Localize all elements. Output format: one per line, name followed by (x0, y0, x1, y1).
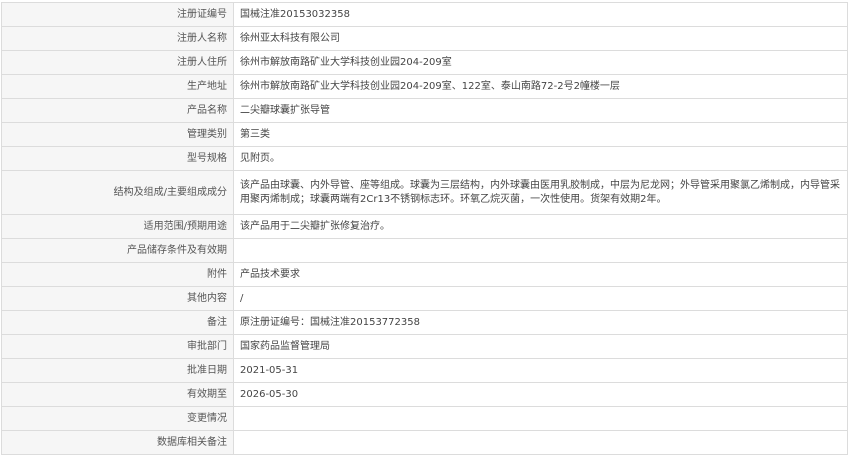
field-label-database-remarks: 数据库相关备注 (1, 430, 234, 455)
field-label-product-name: 产品名称 (1, 98, 234, 123)
field-label-structure-composition: 结构及组成/主要组成成分 (1, 170, 234, 215)
field-value-registration-number: 国械注准20153032358 (233, 2, 848, 27)
field-value-registrant-address: 徐州市解放南路矿业大学科技创业园204-209室 (233, 50, 848, 75)
table-row: 批准日期 2021-05-31 (1, 358, 848, 383)
registration-info-table: 注册证编号 国械注准20153032358 注册人名称 徐州亚太科技有限公司 注… (1, 2, 848, 455)
field-value-approval-date: 2021-05-31 (233, 358, 848, 383)
field-label-management-class: 管理类别 (1, 122, 234, 147)
field-label-model-spec: 型号规格 (1, 146, 234, 171)
field-label-production-address: 生产地址 (1, 74, 234, 99)
field-value-management-class: 第三类 (233, 122, 848, 147)
table-row: 变更情况 (1, 406, 848, 431)
table-row: 注册人住所 徐州市解放南路矿业大学科技创业园204-209室 (1, 50, 848, 75)
field-value-approval-department: 国家药品监督管理局 (233, 334, 848, 359)
table-row: 产品名称 二尖瓣球囊扩张导管 (1, 98, 848, 123)
table-row: 有效期至 2026-05-30 (1, 382, 848, 407)
table-row: 备注 原注册证编号：国械注准20153772358 (1, 310, 848, 335)
field-label-remarks: 备注 (1, 310, 234, 335)
table-row: 附件 产品技术要求 (1, 262, 848, 287)
field-label-intended-use: 适用范围/预期用途 (1, 214, 234, 239)
field-label-approval-department: 审批部门 (1, 334, 234, 359)
table-row: 生产地址 徐州市解放南路矿业大学科技创业园204-209室、122室、泰山南路7… (1, 74, 848, 99)
table-row: 型号规格 见附页。 (1, 146, 848, 171)
field-label-storage-conditions: 产品储存条件及有效期 (1, 238, 234, 263)
table-row: 数据库相关备注 (1, 430, 848, 455)
field-value-model-spec: 见附页。 (233, 146, 848, 171)
field-value-database-remarks (233, 430, 848, 455)
field-value-change-history (233, 406, 848, 431)
table-row: 产品储存条件及有效期 (1, 238, 848, 263)
table-row: 结构及组成/主要组成成分 该产品由球囊、内外导管、座等组成。球囊为三层结构，内外… (1, 170, 848, 215)
table-row: 注册人名称 徐州亚太科技有限公司 (1, 26, 848, 51)
field-value-other-content: / (233, 286, 848, 311)
field-value-remarks: 原注册证编号：国械注准20153772358 (233, 310, 848, 335)
field-value-registrant-name: 徐州亚太科技有限公司 (233, 26, 848, 51)
field-label-registration-number: 注册证编号 (1, 2, 234, 27)
field-value-structure-composition: 该产品由球囊、内外导管、座等组成。球囊为三层结构，内外球囊由医用乳胶制成，中层为… (233, 170, 848, 215)
field-value-storage-conditions (233, 238, 848, 263)
table-row: 适用范围/预期用途 该产品用于二尖瓣扩张修复治疗。 (1, 214, 848, 239)
field-value-intended-use: 该产品用于二尖瓣扩张修复治疗。 (233, 214, 848, 239)
field-label-valid-until: 有效期至 (1, 382, 234, 407)
table-row: 审批部门 国家药品监督管理局 (1, 334, 848, 359)
table-row: 其他内容 / (1, 286, 848, 311)
field-label-attachment: 附件 (1, 262, 234, 287)
field-value-product-name: 二尖瓣球囊扩张导管 (233, 98, 848, 123)
field-label-registrant-address: 注册人住所 (1, 50, 234, 75)
field-value-attachment: 产品技术要求 (233, 262, 848, 287)
field-label-change-history: 变更情况 (1, 406, 234, 431)
field-value-production-address: 徐州市解放南路矿业大学科技创业园204-209室、122室、泰山南路72-2号2… (233, 74, 848, 99)
field-value-valid-until: 2026-05-30 (233, 382, 848, 407)
field-label-registrant-name: 注册人名称 (1, 26, 234, 51)
table-row: 管理类别 第三类 (1, 122, 848, 147)
table-row: 注册证编号 国械注准20153032358 (1, 2, 848, 27)
field-label-other-content: 其他内容 (1, 286, 234, 311)
field-label-approval-date: 批准日期 (1, 358, 234, 383)
